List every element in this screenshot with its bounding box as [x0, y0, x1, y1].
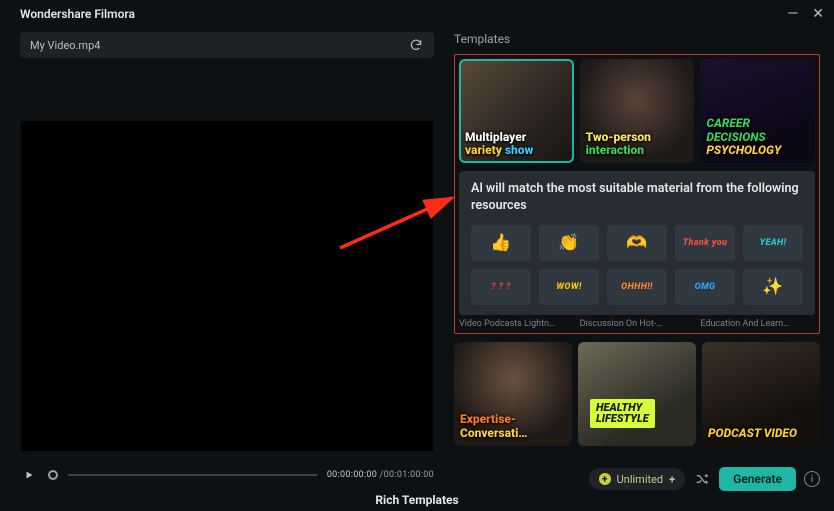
- sticker-question[interactable]: ? ? ?: [471, 269, 531, 305]
- template-row2-labels: Video Podcasts Lightn… Discussion On Hot…: [459, 319, 815, 329]
- plus-small-icon: +: [669, 473, 675, 486]
- sticker-thumbs-up[interactable]: 👍: [471, 225, 531, 261]
- template-card-expertise[interactable]: Expertise- Conversati…: [454, 342, 572, 446]
- sticker-yeah[interactable]: YEAH!: [743, 225, 803, 261]
- file-name: My Video.mp4: [30, 39, 100, 52]
- plus-icon: +: [599, 473, 611, 485]
- app-title: Wondershare Filmora: [20, 7, 135, 21]
- sticker-omg[interactable]: OMG: [675, 269, 735, 305]
- sticker-clap[interactable]: 👏: [539, 225, 599, 261]
- info-icon[interactable]: i: [804, 471, 820, 487]
- minimize-button[interactable]: —: [787, 7, 798, 21]
- file-pill[interactable]: My Video.mp4: [20, 32, 434, 58]
- titlebar: Wondershare Filmora — ✕: [0, 0, 834, 26]
- current-time: 00:00:00:00: [327, 470, 377, 480]
- templates-label: Templates: [454, 32, 820, 46]
- templates-panel: Multiplayer variety show Two-person inte…: [454, 54, 820, 334]
- playhead-start[interactable]: [48, 470, 58, 480]
- sticker-ohhh[interactable]: OHHH!!: [607, 269, 667, 305]
- template-card-multiplayer[interactable]: Multiplayer variety show: [459, 59, 574, 163]
- sticker-wow[interactable]: WOW!: [539, 269, 599, 305]
- total-time: /00:01:00:00: [380, 470, 434, 480]
- timecodes: 00:00:00:00 /00:01:00:00: [327, 470, 434, 480]
- footer-caption: Rich Templates: [375, 493, 458, 507]
- ai-match-box: AI will match the most suitable material…: [459, 171, 815, 315]
- template-card-podcast[interactable]: PODCAST VIDEO: [702, 342, 820, 446]
- shuffle-icon[interactable]: [693, 470, 711, 488]
- ai-match-text: AI will match the most suitable material…: [471, 181, 803, 215]
- transport-bar: 00:00:00:00 /00:01:00:00: [20, 464, 434, 486]
- template-card-two-person[interactable]: Two-person interaction: [580, 59, 695, 163]
- sticker-heart-hands[interactable]: 🫶: [607, 225, 667, 261]
- sticker-sparkle[interactable]: ✨: [743, 269, 803, 305]
- template-card-career[interactable]: CAREER DECISIONS PSYCHOLOGY: [700, 59, 815, 163]
- unlimited-pill[interactable]: + Unlimited +: [589, 468, 686, 490]
- healthy-badge: HEALTHY LIFESTYLE: [590, 399, 655, 428]
- close-button[interactable]: ✕: [812, 7, 824, 21]
- sticker-thank-you[interactable]: Thank you: [675, 225, 735, 261]
- play-button[interactable]: [20, 466, 38, 484]
- generate-button[interactable]: Generate: [719, 467, 796, 491]
- timeline-scrubber[interactable]: [68, 474, 317, 476]
- bottom-bar: + Unlimited + Generate i: [589, 467, 820, 491]
- video-preview[interactable]: [20, 120, 434, 452]
- template-card-healthy[interactable]: HEALTHY LIFESTYLE: [578, 342, 696, 446]
- refresh-icon[interactable]: [408, 37, 424, 53]
- window-controls: — ✕: [787, 7, 824, 21]
